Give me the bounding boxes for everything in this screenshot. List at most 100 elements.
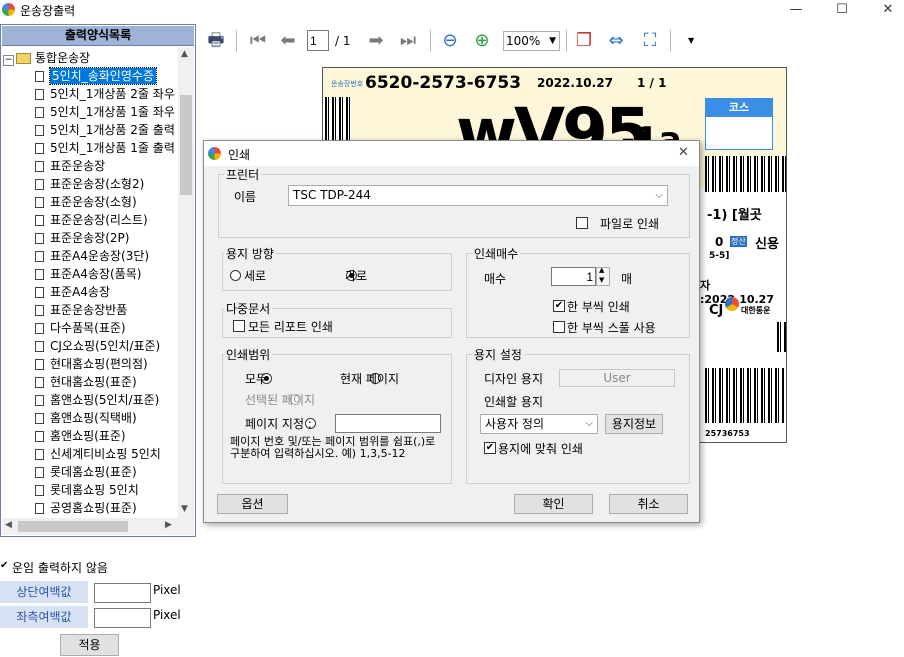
document-icon [35,233,44,244]
scroll-left-icon[interactable]: ◀ [5,520,12,530]
tree-root-item[interactable]: − 통합운송장 [3,49,178,67]
tree-item[interactable]: 롯데홈쇼핑(표준) [3,463,178,481]
tree-item[interactable]: 표준운송장(소형) [3,193,178,211]
tree-item[interactable]: 홈앤쇼핑(표준) [3,427,178,445]
scroll-thumb[interactable] [18,521,128,532]
tree-item[interactable]: 5인치_1개상품 1줄 좌우 [3,103,178,121]
stepper-down-icon[interactable]: ▼ [599,276,604,284]
tree-item[interactable]: 5인치_1개상품 2줄 좌우 [3,85,178,103]
tree-item[interactable]: 5인치_1개상품 1줄 출력 [3,139,178,157]
last-page-icon[interactable]: ⏭ [396,29,420,53]
left-margin-unit: Pixel [153,608,181,622]
tree-item[interactable]: 표준A4운송장(3단) [3,247,178,265]
all-reports-checkbox[interactable] [233,320,245,332]
tree-horizontal-scrollbar[interactable]: ◀ ▶ [2,518,178,535]
tree-item[interactable]: CJ오쇼핑(5인치/표준) [3,337,178,355]
tree-item-label: 홈앤쇼핑(직택배) [50,411,137,425]
tree-item[interactable]: 표준운송장 [3,157,178,175]
print-to-file-checkbox[interactable] [576,217,588,229]
scroll-down-icon[interactable]: ▼ [181,504,188,514]
tree-item[interactable]: 표준운송장(2P) [3,229,178,247]
page-width-icon[interactable]: ⇔ [604,29,628,53]
zoom-value: 100% [506,34,541,48]
toolbar-separator [566,30,567,52]
options-button[interactable]: 옵션 [217,494,288,514]
cj-brand: CJ [709,303,724,318]
tree-item-label: 5인치_1개상품 1줄 출력 [50,141,175,155]
chevron-down-icon: ⌵ [585,418,593,429]
tree-item-label: 신세계티비쇼핑 5인치 [50,447,161,461]
tree-item[interactable]: 현대홈쇼핑(편의점) [3,355,178,373]
copies-stepper[interactable]: ▲ ▼ [596,266,610,286]
top-margin-label: 상단여백값 [0,581,88,603]
toolbar-overflow-icon[interactable]: ▼ [688,36,694,45]
tree-item[interactable]: 롯데홈쇼핑 5인치 [3,481,178,499]
chevron-down-icon: ⌵ [655,190,663,201]
apply-button[interactable]: 적용 [60,634,119,656]
tree-item[interactable]: 표준A4송장(품목) [3,265,178,283]
zoom-in-icon[interactable]: ⊕ [470,29,494,53]
stepper-up-icon[interactable]: ▲ [599,266,604,274]
collate-checkbox[interactable]: ✔ [553,300,565,312]
dialog-close-icon[interactable]: ✕ [678,145,689,160]
page-number-input[interactable] [307,30,329,51]
copies-input[interactable] [551,267,596,286]
tree-vertical-scrollbar[interactable]: ▲ ▼ [178,47,194,518]
tree-item-label: 홈앤쇼핑(표준) [50,429,126,443]
document-icon [35,431,44,442]
ok-button[interactable]: 확인 [514,494,593,514]
tree-item[interactable]: 홈앤쇼핑(직택배) [3,409,178,427]
spool-checkbox[interactable] [553,321,565,333]
collapse-icon[interactable]: − [3,55,14,66]
prev-page-icon[interactable]: ⬅ [276,29,300,53]
label-tag: 운송장번호 [331,80,364,88]
tree-item[interactable]: 표준운송장반품 [3,301,178,319]
zoom-select[interactable]: 100% ▼ [503,31,560,51]
top-margin-input[interactable] [94,583,151,603]
tree-item[interactable]: 현대홈쇼핑(표준) [3,373,178,391]
tree-item[interactable]: 표준운송장(리스트) [3,211,178,229]
fit-to-paper-checkbox[interactable]: ✔ [484,442,496,454]
tree-item[interactable]: 5인치_송화인영수증 [3,67,178,85]
left-margin-input[interactable] [94,608,151,628]
fit-page-icon[interactable]: ⛶ [638,29,662,53]
no-fare-check-icon[interactable]: ✔ [0,560,8,571]
printer-select[interactable]: TSC TDP-244 ⌵ [288,185,668,206]
portrait-radio[interactable] [230,270,241,281]
tree-item[interactable]: 신세계티비쇼핑 5인치 [3,445,178,463]
tree-view[interactable]: − 통합운송장 5인치_송화인영수증 5인치_1개상품 2줄 좌우 5인치_1개상품 … [3,49,178,517]
cancel-button[interactable]: 취소 [609,494,688,514]
tree-item[interactable]: 공영홈쇼핑(표준) [3,499,178,517]
scroll-up-icon[interactable]: ▲ [181,49,188,59]
tree-item[interactable]: 5인치_1개상품 2줄 출력 [3,121,178,139]
scroll-thumb[interactable] [180,95,192,195]
label-address-fragment: -1) [월곳 [707,208,762,223]
tree-item-label: 5인치_1개상품 1줄 좌우 [50,105,175,119]
scroll-right-icon[interactable]: ▶ [165,520,172,530]
range-current-label: 현재 페이지 [340,372,400,386]
maximize-button[interactable]: ☐ [822,0,862,20]
credit-badge: 정산 [730,236,747,247]
first-page-icon[interactable]: ⏮ [246,29,270,53]
zoom-out-icon[interactable]: ⊖ [438,29,462,53]
document-icon [35,179,44,190]
print-icon[interactable]: 🖶 [204,29,228,53]
left-margin-label: 좌측여백값 [0,606,88,628]
single-page-icon[interactable]: ❐ [572,29,596,53]
document-icon [35,485,44,496]
tree-item[interactable]: 다수품목(표준) [3,319,178,337]
range-pages-input[interactable] [335,414,441,433]
printer-name-value: TSC TDP-244 [293,188,371,202]
tree-item[interactable]: 홈앤쇼핑(5인치/표준) [3,391,178,409]
minimize-button[interactable]: — [776,0,816,20]
close-window-button[interactable]: ✕ [868,0,904,20]
tree-item[interactable]: 표준A4송장 [3,283,178,301]
print-paper-select[interactable]: 사용자 정의 ⌵ [480,414,598,434]
tracking-number: 6520-2573-6753 [365,73,522,93]
document-icon [35,197,44,208]
tree-item[interactable]: 표준운송장(소형2) [3,175,178,193]
next-page-icon[interactable]: ➡ [364,29,388,53]
paper-info-button[interactable]: 용지정보 [605,414,663,434]
design-paper-label: 디자인 용지 [484,372,544,386]
scroll-corner [178,518,194,535]
